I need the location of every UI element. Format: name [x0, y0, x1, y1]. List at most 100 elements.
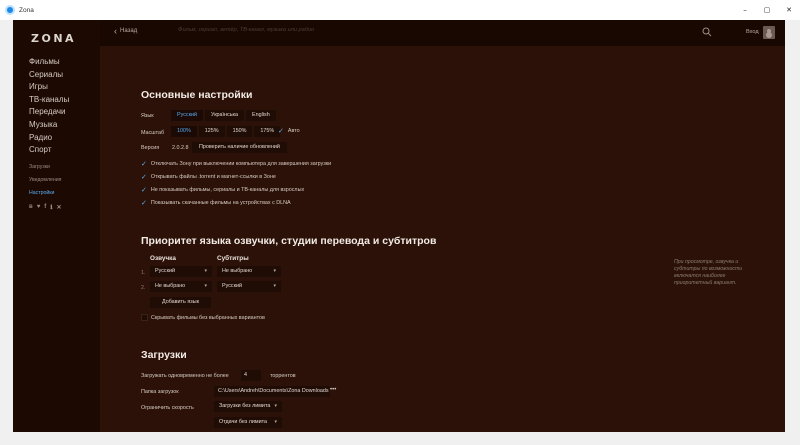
check-icon: ✓ [141, 173, 147, 181]
scale-option-100[interactable]: 100% [171, 126, 197, 137]
subtitles-column-header: Субтитры [217, 255, 249, 262]
checkbox-dlna-label: Показывать скачанные фильмы на устройств… [150, 200, 291, 206]
nav-item-sport[interactable]: Спорт [29, 144, 69, 157]
app-body: ZONA Фильмы Сериалы Игры ТВ-каналы Перед… [13, 20, 785, 432]
chevron-down-icon: ▾ [273, 268, 276, 274]
app-window: Zona – ▢ ✕ ZONA Фильмы Сериалы Игры ТВ-к… [0, 0, 800, 445]
check-icon: ✓ [278, 127, 284, 135]
hide-films-label: Скрывать фильмы без выбранных вариантов [151, 315, 265, 321]
checkbox-shutdown-label: Отключать Зону при выключении компьютера… [150, 161, 332, 167]
search-input[interactable]: Фильм, сериал, актёр, ТВ-канал, музыка и… [178, 27, 314, 33]
chevron-down-icon: ▾ [204, 283, 207, 289]
check-updates-button[interactable]: Проверить наличие обновлений [192, 142, 287, 153]
close-button[interactable]: ✕ [778, 0, 800, 20]
main-nav: Фильмы Сериалы Игры ТВ-каналы Передачи М… [29, 56, 69, 157]
subtitles-dropdown-1-value: Не выбрано [222, 268, 253, 274]
audio-dropdown-1-value: Русский [155, 268, 176, 274]
subtitles-dropdown-2[interactable]: Русский ▾ [217, 281, 281, 292]
window-controls: – ▢ ✕ [734, 0, 800, 20]
facebook-icon[interactable]: f [44, 204, 46, 211]
download-limit-dropdown[interactable]: Загрузки без лимита ▾ [214, 401, 282, 412]
check-icon: ✓ [141, 199, 147, 207]
language-option-english[interactable]: English [246, 110, 276, 121]
concurrent-suffix: торрентов [270, 373, 296, 379]
priority-row-number: 1. [141, 270, 146, 276]
maximize-button[interactable]: ▢ [756, 0, 778, 20]
checkbox-open-torrents[interactable]: ✓ Открывать файлы .torrent и магнет-ссыл… [141, 173, 276, 181]
search-icon[interactable] [702, 27, 712, 37]
language-selector: Русский Українська English [171, 110, 278, 121]
vk-icon[interactable]: в [29, 204, 33, 211]
audio-dropdown-1[interactable]: Русский ▾ [150, 266, 212, 277]
window-titlebar: Zona – ▢ ✕ [0, 0, 800, 20]
general-settings-title: Основные настройки [141, 89, 253, 101]
language-option-russian[interactable]: Русский [171, 110, 204, 121]
zona-logo[interactable]: ZONA [31, 32, 76, 45]
scale-option-175[interactable]: 175% [254, 126, 281, 137]
hide-films-checkbox[interactable] [141, 314, 148, 321]
sidebar: ZONA Фильмы Сериалы Игры ТВ-каналы Перед… [13, 20, 100, 432]
priority-hint: При просмотре, озвучка и субтитры по воз… [674, 259, 743, 286]
version-label: Версия [141, 145, 160, 151]
scale-option-125[interactable]: 125% [198, 126, 225, 137]
upload-limit-value: Отдачи без лимита [219, 419, 267, 425]
login-button[interactable]: Вход [746, 29, 759, 35]
subtitles-dropdown-2-value: Русский [222, 283, 243, 289]
avatar-icon[interactable] [763, 26, 775, 39]
x-icon[interactable]: ✕ [57, 204, 62, 211]
subtitles-dropdown-1[interactable]: Не выбрано ▾ [217, 266, 281, 277]
nav-item-shows[interactable]: Передачи [29, 106, 69, 119]
chevron-down-icon: ▾ [273, 283, 276, 289]
version-value: 2.0.2.8 [172, 145, 189, 151]
nav-item-settings[interactable]: Настройки [29, 187, 61, 200]
nav-item-films[interactable]: Фильмы [29, 56, 69, 69]
language-option-ukrainian[interactable]: Українська [205, 110, 245, 121]
audio-dropdown-2[interactable]: Не выбрано ▾ [150, 281, 212, 292]
scale-selector: 100% 125% 150% 175% [171, 126, 282, 137]
zona-app-icon [5, 5, 15, 15]
folder-path-field[interactable]: C:\Users\Andreh\Documents\Zona Downloads [214, 386, 330, 397]
checkbox-open-torrents-label: Открывать файлы .torrent и магнет-ссылки… [150, 174, 276, 180]
priority-section-title: Приоритет языка озвучки, студии перевода… [141, 235, 437, 247]
chevron-down-icon: ▾ [274, 419, 277, 425]
info-icon[interactable]: ℹ [50, 204, 52, 211]
folder-path-value: C:\Users\Andreh\Documents\Zona Downloads [218, 388, 329, 394]
speed-label: Ограничить скорость [141, 405, 194, 411]
folder-label: Папка загрузок [141, 389, 179, 395]
scale-option-150[interactable]: 150% [226, 126, 253, 137]
nav-item-notifications[interactable]: Уведомления [29, 174, 61, 187]
chevron-down-icon: ▾ [204, 268, 207, 274]
check-icon: ✓ [141, 160, 147, 168]
chevron-down-icon: ▾ [274, 403, 277, 409]
concurrent-input[interactable]: 4 [241, 370, 261, 381]
nav-item-tv-channels[interactable]: ТВ-каналы [29, 94, 69, 107]
browse-folder-button[interactable]: ••• [330, 387, 336, 393]
back-button[interactable]: ‹ Назад [114, 26, 137, 36]
chevron-left-icon: ‹ [114, 26, 117, 36]
audio-column-header: Озвучка [150, 255, 176, 262]
nav-item-games[interactable]: Игры [29, 81, 69, 94]
window-title: Zona [19, 6, 34, 14]
auto-scale-checkbox[interactable]: ✓ Авто [278, 127, 300, 135]
nav-item-downloads[interactable]: Загрузки [29, 161, 61, 174]
scale-label: Масштаб [141, 130, 165, 136]
secondary-nav: Загрузки Уведомления Настройки [29, 161, 61, 199]
downloads-section-title: Загрузки [141, 349, 187, 361]
add-language-button[interactable]: Добавить язык [150, 297, 211, 308]
checkbox-dlna[interactable]: ✓ Показывать скачанные фильмы на устройс… [141, 199, 291, 207]
priority-row-number: 2. [141, 285, 146, 291]
settings-content: Основные настройки Язык Русский Українсь… [100, 46, 785, 432]
minimize-button[interactable]: – [734, 0, 756, 20]
auto-scale-label: Авто [287, 128, 300, 134]
heart-icon[interactable]: ♥ [37, 204, 41, 211]
nav-item-radio[interactable]: Радио [29, 132, 69, 145]
nav-item-series[interactable]: Сериалы [29, 69, 69, 82]
nav-item-music[interactable]: Музыка [29, 119, 69, 132]
check-icon: ✓ [141, 186, 147, 194]
top-bar: ‹ Назад Фильм, сериал, актёр, ТВ-канал, … [100, 20, 785, 46]
checkbox-hide-adult[interactable]: ✓ Не показывать фильмы, сериалы и ТВ-кан… [141, 186, 304, 194]
download-limit-value: Загрузки без лимита [219, 403, 271, 409]
concurrent-label: Загружать одновременно не более [141, 373, 229, 379]
upload-limit-dropdown[interactable]: Отдачи без лимита ▾ [214, 417, 282, 428]
checkbox-shutdown[interactable]: ✓ Отключать Зону при выключении компьюте… [141, 160, 331, 168]
